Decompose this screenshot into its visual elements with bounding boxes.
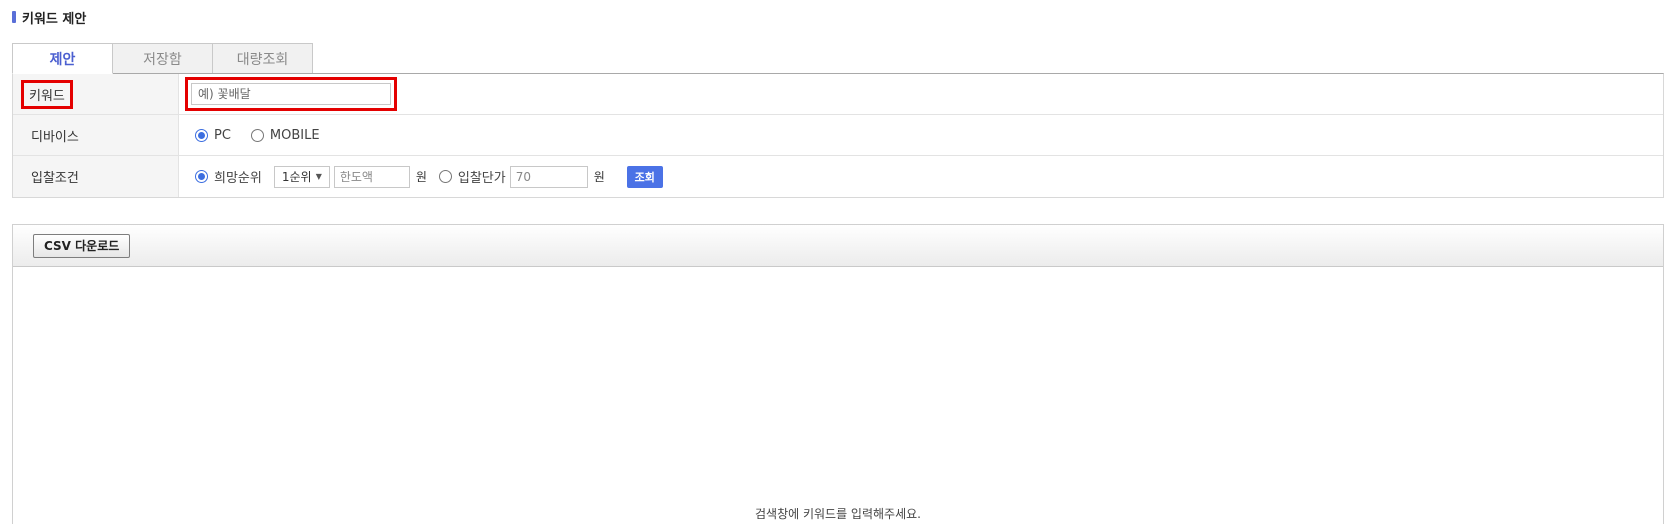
radio-unchecked-icon [250, 128, 264, 142]
unit-price-label: 입찰단가 [457, 171, 506, 186]
desired-rank-label: 희망순위 [214, 171, 262, 186]
grid-body: 검색창에 키워드를 입력해주세요. [13, 267, 1663, 524]
tab-bulk-search[interactable]: 대량조회 [212, 43, 313, 74]
caret-down-icon: ▼ [315, 172, 322, 181]
grid-toolbar: CSV 다운로드 [13, 225, 1663, 267]
device-option-mobile-label: MOBILE [269, 127, 320, 143]
keyword-input[interactable] [191, 83, 391, 105]
device-radio-pc[interactable]: PC [195, 128, 231, 143]
limit-amount-input[interactable] [333, 165, 410, 188]
page-title-text: 키워드 제안 [22, 11, 87, 27]
bid-radio-unit-price[interactable]: 입찰단가 [438, 167, 506, 186]
device-option-pc-label: PC [214, 127, 231, 143]
csv-download-button[interactable]: CSV 다운로드 [33, 233, 131, 258]
search-form: 키워드 디바이스 PC MOBILE 입찰조건 희망순위 [12, 73, 1664, 198]
page-title: 키워드 제안 [12, 9, 87, 27]
device-value-cell: PC MOBILE [179, 115, 1663, 155]
keyword-input-highlight [185, 77, 397, 111]
results-grid: CSV 다운로드 검색창에 키워드를 입력해주세요. [12, 224, 1664, 524]
bid-radio-desired-rank[interactable]: 희망순위 [195, 167, 262, 186]
device-label: 디바이스 [13, 115, 179, 155]
unit-price-input[interactable] [509, 165, 588, 188]
tab-bar: 제안 저장함 대량조회 [12, 43, 313, 74]
price-unit: 원 [593, 170, 605, 184]
radio-unchecked-icon [438, 170, 452, 183]
keyword-value-cell [179, 74, 1663, 114]
tab-suggest[interactable]: 제안 [12, 43, 113, 74]
keyword-label: 키워드 [21, 79, 73, 109]
rank-select[interactable]: 1순위 ▼ [273, 165, 330, 188]
empty-message: 검색창에 키워드를 입력해주세요. [754, 507, 921, 521]
keyword-row: 키워드 [13, 74, 1663, 115]
keyword-label-cell: 키워드 [13, 74, 179, 114]
bid-condition-row: 입찰조건 희망순위 1순위 ▼ 원 입찰단가 원 조회 [13, 156, 1663, 197]
rank-select-value: 1순위 [281, 170, 312, 184]
title-bar-icon [12, 11, 16, 23]
limit-unit: 원 [415, 170, 427, 184]
bid-condition-value-cell: 희망순위 1순위 ▼ 원 입찰단가 원 조회 [179, 156, 1663, 197]
search-button[interactable]: 조회 [626, 165, 663, 188]
device-row: 디바이스 PC MOBILE [13, 115, 1663, 156]
radio-checked-icon [195, 128, 208, 142]
tab-saved[interactable]: 저장함 [112, 43, 213, 74]
bid-condition-label: 입찰조건 [13, 156, 179, 197]
device-radio-mobile[interactable]: MOBILE [250, 127, 320, 143]
radio-checked-icon [195, 170, 208, 183]
